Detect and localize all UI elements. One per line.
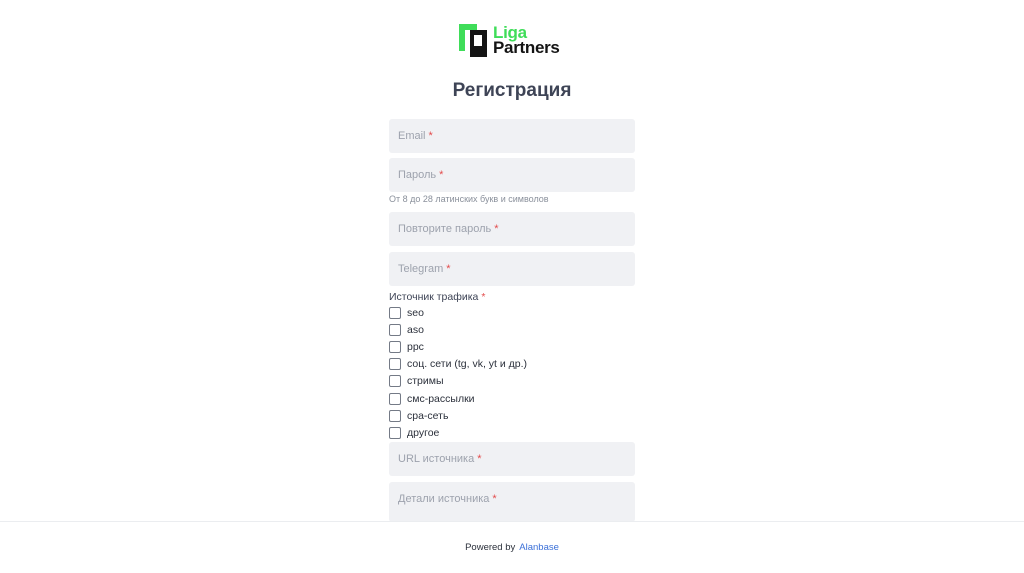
source-details-field[interactable]: Детали источника *: [389, 482, 635, 521]
checkbox-sms[interactable]: [389, 392, 401, 405]
traffic-source-option[interactable]: другое: [389, 424, 527, 441]
telegram-placeholder: Telegram: [398, 263, 444, 275]
checkbox-label: стримы: [407, 375, 444, 388]
traffic-source-label: Источник трафика *: [389, 291, 486, 303]
url-source-field[interactable]: URL источника *: [389, 442, 635, 476]
footer: Powered by Alanbase: [0, 521, 1024, 573]
powered-by-text: Powered by: [465, 542, 516, 553]
checkbox-label: другое: [407, 426, 440, 439]
liga-partners-logo-icon: [459, 23, 487, 57]
traffic-source-option[interactable]: cpa-сеть: [389, 407, 527, 424]
checkbox-label: cpa-сеть: [407, 409, 449, 422]
password-placeholder: Пароль: [398, 169, 437, 181]
repeat-password-placeholder: Повторите пароль: [398, 223, 492, 235]
checkbox-cpa[interactable]: [389, 409, 401, 422]
required-mark: *: [492, 493, 497, 505]
registration-page: Liga Partners Регистрация Email * Пароль *…: [0, 0, 1024, 521]
liga-partners-logo: Liga Partners: [459, 22, 569, 58]
checkbox-ppc[interactable]: [389, 340, 401, 353]
page-title: Регистрация: [452, 80, 572, 101]
repeat-password-field[interactable]: Повторите пароль *: [389, 212, 635, 246]
alanbase-link[interactable]: Alanbase: [519, 542, 559, 553]
password-field[interactable]: Пароль *: [389, 158, 635, 192]
logo-text-partners: Partners: [493, 38, 560, 57]
checkbox-label: aso: [407, 323, 424, 336]
url-source-placeholder: URL источника: [398, 453, 475, 465]
required-mark: *: [494, 223, 499, 235]
required-mark: *: [477, 453, 482, 465]
traffic-source-option[interactable]: соц. сети (tg, vk, yt и др.): [389, 356, 527, 373]
checkbox-other[interactable]: [389, 426, 401, 439]
checkbox-social[interactable]: [389, 358, 401, 371]
required-mark: *: [428, 130, 433, 142]
traffic-source-option[interactable]: смс-рассылки: [389, 390, 527, 407]
traffic-source-option[interactable]: aso: [389, 321, 527, 338]
checkbox-label: смс-рассылки: [407, 392, 475, 405]
checkbox-aso[interactable]: [389, 323, 401, 336]
email-placeholder: Email: [398, 130, 426, 142]
logo-text: Liga Partners: [493, 24, 560, 57]
traffic-source-label-text: Источник трафика: [389, 291, 479, 303]
email-field[interactable]: Email *: [389, 119, 635, 153]
traffic-source-option[interactable]: стримы: [389, 373, 527, 390]
checkbox-seo[interactable]: [389, 306, 401, 319]
required-mark: *: [446, 263, 451, 275]
checkbox-label: seo: [407, 306, 424, 319]
traffic-source-list: seo aso ppc соц. сети (tg, vk, yt и др.)…: [389, 304, 527, 442]
required-mark: *: [439, 169, 444, 181]
checkbox-streams[interactable]: [389, 375, 401, 388]
telegram-field[interactable]: Telegram *: [389, 252, 635, 286]
traffic-source-option[interactable]: seo: [389, 304, 527, 321]
required-mark: *: [481, 291, 486, 303]
password-hint: От 8 до 28 латинских букв и символов: [389, 194, 549, 204]
checkbox-label: соц. сети (tg, vk, yt и др.): [407, 358, 528, 371]
checkbox-label: ppc: [407, 340, 424, 353]
source-details-placeholder: Детали источника: [398, 493, 490, 505]
traffic-source-option[interactable]: ppc: [389, 338, 527, 355]
